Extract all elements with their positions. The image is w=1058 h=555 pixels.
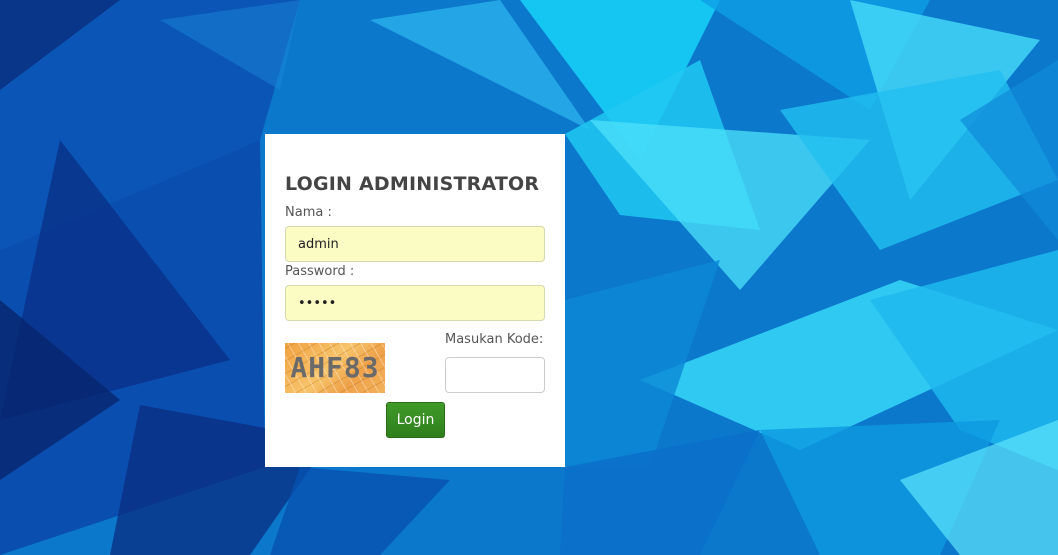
captcha-code-input[interactable]: [445, 357, 545, 393]
name-input[interactable]: [285, 226, 545, 262]
password-label: Password :: [285, 264, 355, 279]
name-label: Nama :: [285, 205, 332, 220]
captcha-image: AHF83: [285, 343, 385, 393]
login-title: LOGIN ADMINISTRATOR: [285, 173, 540, 195]
password-input[interactable]: [285, 285, 545, 321]
code-label: Masukan Kode:: [445, 332, 544, 347]
login-button[interactable]: Login: [386, 402, 445, 438]
login-card: LOGIN ADMINISTRATOR Nama : Password : AH…: [265, 134, 565, 467]
captcha-text: AHF83: [290, 351, 380, 384]
